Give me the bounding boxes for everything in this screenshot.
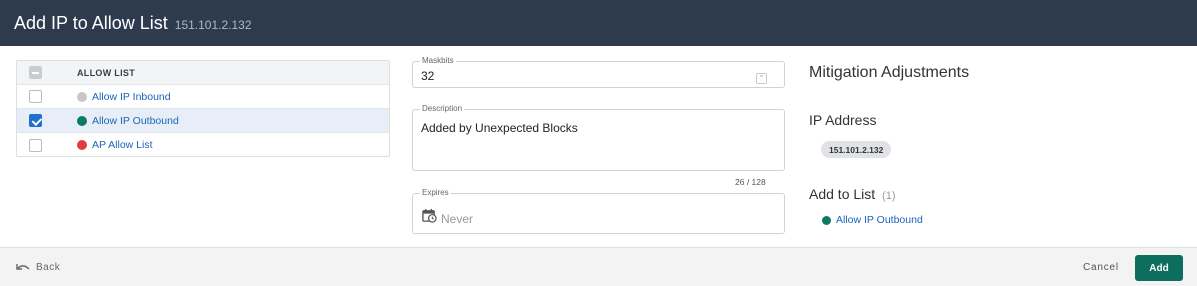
select-all-checkbox[interactable] <box>29 66 42 79</box>
status-dot-icon <box>77 91 87 102</box>
maskbits-value[interactable]: 32 <box>421 69 434 83</box>
description-label: Description <box>420 104 465 113</box>
row-checkbox[interactable] <box>29 114 42 127</box>
allow-list-row-outbound[interactable]: Allow IP Outbound <box>17 109 389 133</box>
dialog-title: Add IP to Allow List <box>14 12 168 33</box>
add-to-list-heading: Add to List (1) <box>809 186 896 202</box>
add-to-list-label: Add to List <box>809 186 876 202</box>
back-label: Back <box>36 262 61 273</box>
stepper-icon[interactable]: ⌃ <box>756 73 767 84</box>
dialog-subtitle-ip: 151.101.2.132 <box>174 17 252 32</box>
cancel-button[interactable]: Cancel <box>1083 262 1119 273</box>
selected-list-item: Allow IP Outbound <box>822 214 923 226</box>
add-to-list-count: (1) <box>882 190 896 202</box>
allow-list-table: ALLOW LIST Allow IP Inbound Allow IP Out… <box>16 60 390 157</box>
list-item-label[interactable]: AP Allow List <box>92 139 153 151</box>
ip-address-heading: IP Address <box>809 112 877 128</box>
character-counter: 26 / 128 <box>735 177 766 187</box>
row-checkbox[interactable] <box>29 138 42 152</box>
status-dot-icon <box>77 140 87 150</box>
allow-list-header-row: ALLOW LIST <box>17 61 389 85</box>
description-value[interactable]: Added by Unexpected Blocks <box>421 121 578 135</box>
allow-list-row-inbound[interactable]: Allow IP Inbound <box>17 85 389 109</box>
description-field[interactable]: Description Added by Unexpected Blocks <box>412 104 785 171</box>
expires-label: Expires <box>420 188 451 197</box>
add-button[interactable]: Add <box>1135 255 1183 281</box>
back-arrow-icon <box>16 263 30 270</box>
expires-field[interactable]: Expires Never <box>412 188 785 234</box>
dialog-footer: Back Cancel Add <box>0 247 1197 286</box>
status-dot-icon <box>77 115 87 126</box>
maskbits-label: Maskbits <box>420 56 456 65</box>
dialog-header: Add IP to Allow List 151.101.2.132 <box>0 0 1197 46</box>
ip-address-chip: 151.101.2.132 <box>821 141 892 158</box>
allow-list-row-ap[interactable]: AP Allow List <box>17 133 389 157</box>
maskbits-field[interactable]: Maskbits 32 ⌃ <box>412 56 785 88</box>
allow-list-column-header: ALLOW LIST <box>77 67 135 78</box>
list-item-label[interactable]: Allow IP Inbound <box>92 91 171 103</box>
list-item-label[interactable]: Allow IP Outbound <box>92 115 179 127</box>
calendar-clock-icon[interactable] <box>422 208 437 223</box>
back-button[interactable]: Back <box>16 262 60 273</box>
mitigation-adjustments-title: Mitigation Adjustments <box>809 64 970 81</box>
selected-list-label[interactable]: Allow IP Outbound <box>836 214 923 226</box>
status-dot-icon <box>822 215 831 225</box>
row-checkbox[interactable] <box>29 90 42 103</box>
expires-placeholder[interactable]: Never <box>441 212 473 226</box>
